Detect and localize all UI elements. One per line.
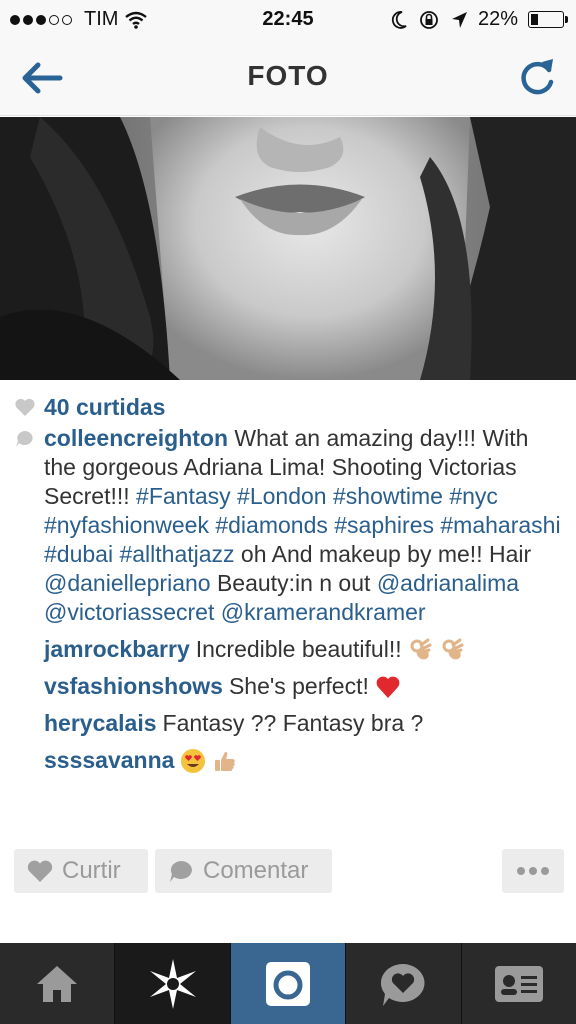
explore-star-icon bbox=[149, 958, 196, 1009]
tab-activity[interactable] bbox=[346, 943, 462, 1024]
comment-bubble-icon bbox=[16, 431, 33, 447]
status-indicators: 22% bbox=[390, 8, 568, 31]
battery-percent: 22% bbox=[477, 8, 518, 30]
caption-tag[interactable]: #saphires bbox=[334, 512, 434, 538]
caption-tag[interactable]: @adrianalima bbox=[377, 570, 519, 596]
like-heart-icon bbox=[15, 398, 35, 416]
comment-username[interactable]: herycalais bbox=[44, 709, 157, 738]
heart-icon bbox=[27, 860, 53, 882]
caption-tag[interactable]: @daniellepriano bbox=[44, 570, 211, 596]
caption-tag[interactable]: @victoriassecret bbox=[44, 599, 214, 625]
page-title: FOTO bbox=[247, 60, 329, 91]
comment-vsfashionshows: vsfashionshows She's perfect! bbox=[14, 672, 566, 701]
camera-icon bbox=[266, 961, 311, 1006]
navigation-bar: FOTO bbox=[0, 40, 576, 116]
comment-username[interactable]: ssssavanna bbox=[44, 746, 174, 775]
ok-hand-emoji bbox=[408, 637, 434, 663]
red-heart-emoji bbox=[375, 674, 401, 700]
caption-text: colleencreighton What an amazing day!!! … bbox=[44, 424, 564, 627]
comment-button-label: Comentar bbox=[203, 857, 309, 884]
caption-text-segment: oh And makeup by me!! Hair bbox=[234, 541, 532, 567]
speech-bubble-icon bbox=[170, 861, 192, 882]
moon-icon bbox=[391, 10, 407, 29]
comments-section: colleencreighton What an amazing day!!! … bbox=[14, 424, 566, 775]
comment-list: jamrockbarry Incredible beautiful!! vsfash… bbox=[14, 635, 566, 775]
more-options-button[interactable] bbox=[502, 849, 564, 893]
caption-tag[interactable]: #maharashi bbox=[440, 512, 560, 538]
location-arrow-icon bbox=[451, 11, 467, 28]
heart-eyes-emoji bbox=[180, 748, 206, 774]
comment-text: Incredible beautiful!! bbox=[195, 636, 402, 662]
comment-jamrockbarry: jamrockbarry Incredible beautiful!! bbox=[14, 635, 566, 664]
caption-tag[interactable]: @kramerandkramer bbox=[221, 599, 426, 625]
tab-bar bbox=[0, 943, 576, 1024]
status-bar: TIM 22:45 22% bbox=[0, 0, 576, 40]
tab-home[interactable] bbox=[0, 943, 116, 1024]
caption-tag[interactable]: #diamonds bbox=[215, 512, 328, 538]
caption: colleencreighton What an amazing day!!! … bbox=[14, 424, 566, 627]
ok-hand-emoji bbox=[440, 637, 466, 663]
comment-text: She's perfect! bbox=[228, 673, 369, 699]
caption-tag[interactable]: #dubai bbox=[44, 541, 113, 567]
like-button[interactable]: Curtir bbox=[14, 849, 148, 893]
activity-heart-icon bbox=[381, 963, 425, 1006]
comment-username[interactable]: jamrockbarry bbox=[44, 635, 190, 664]
home-icon bbox=[37, 965, 78, 1002]
thumbs-up-emoji bbox=[212, 748, 238, 774]
caption-username[interactable]: colleencreighton bbox=[44, 425, 228, 451]
comment-username[interactable]: vsfashionshows bbox=[44, 672, 223, 701]
likes-count[interactable]: 40 curtidas bbox=[44, 394, 165, 421]
tab-explore[interactable] bbox=[115, 943, 231, 1024]
more-dots-icon bbox=[517, 867, 549, 875]
caption-body: What an amazing day!!! With the gorgeous… bbox=[44, 425, 561, 625]
tab-profile[interactable] bbox=[461, 943, 576, 1024]
caption-tag[interactable]: #Fantasy bbox=[136, 483, 231, 509]
orientation-lock-icon bbox=[420, 10, 438, 29]
comment-ssssavanna: ssssavanna bbox=[14, 746, 566, 775]
profile-card-icon bbox=[494, 965, 543, 1002]
caption-tag[interactable]: #London bbox=[237, 483, 327, 509]
caption-tag[interactable]: #showtime bbox=[333, 483, 443, 509]
post-photo[interactable] bbox=[0, 117, 576, 380]
action-bar: Curtir Comentar bbox=[14, 849, 564, 893]
comment-herycalais: herycalais Fantasy ?? Fantasy bra ? bbox=[14, 709, 566, 738]
refresh-icon[interactable] bbox=[518, 56, 558, 98]
caption-text-segment: Beauty:in n out bbox=[210, 570, 377, 596]
comment-text: Fantasy ?? Fantasy bra ? bbox=[162, 710, 424, 736]
battery-icon bbox=[528, 11, 568, 28]
likes-row[interactable]: 40 curtidas bbox=[14, 392, 165, 422]
like-button-label: Curtir bbox=[62, 857, 121, 884]
caption-tag[interactable]: #nyfashionweek bbox=[44, 512, 209, 538]
tab-camera[interactable] bbox=[230, 943, 347, 1024]
comment-button[interactable]: Comentar bbox=[155, 849, 332, 893]
caption-tag[interactable]: #nyc bbox=[449, 483, 498, 509]
caption-tag[interactable]: #allthatjazz bbox=[119, 541, 234, 567]
